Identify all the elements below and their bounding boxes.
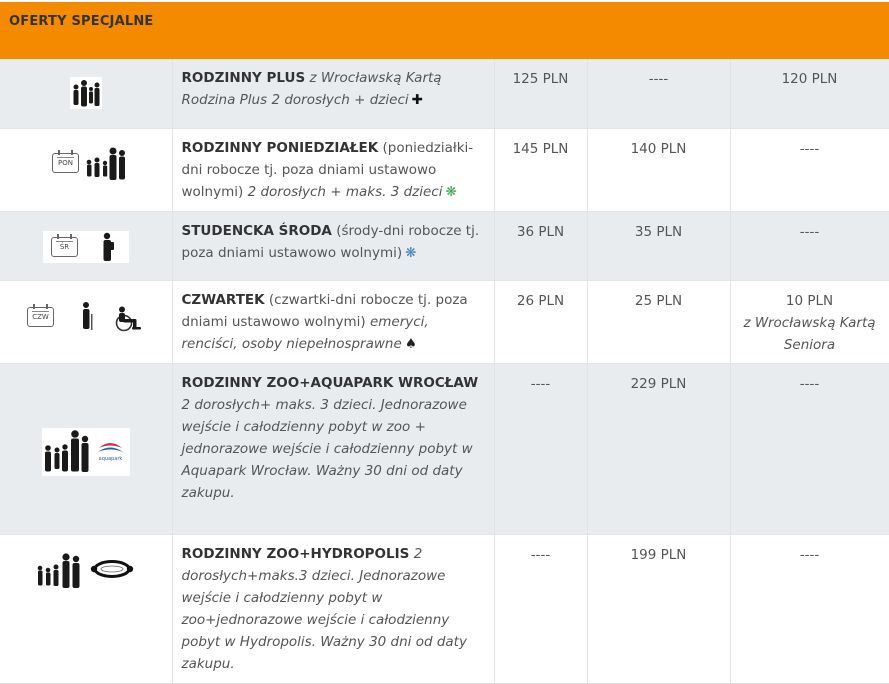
price-col-3: ---- (730, 534, 889, 684)
section-title: OFERTY SPECJALNE (9, 14, 154, 29)
price-col-1: 26 PLN (494, 280, 588, 364)
offer-description: STUDENCKA ŚRODA (środy-dni robocze tj. p… (172, 211, 495, 281)
wheelchair-icon (115, 306, 141, 331)
offer-row-zoo-aquapark: aquapark RODZINNY ZOO+AQUAPARK WROCŁAW 2… (0, 363, 889, 535)
offer-name: RODZINNY ZOO+HYDROPOLIS (181, 545, 410, 562)
offers-table: RODZINNY PLUS z Wrocławską Kartą Rodzina… (0, 59, 889, 684)
offer-name: RODZINNY ZOO+AQUAPARK WROCŁAW (181, 374, 479, 391)
price-col-3: 120 PLN (730, 59, 889, 129)
offer-conditions: 2 dorosłych + maks. 3 dzieci (247, 183, 443, 200)
price-col-2: 35 PLN (587, 211, 731, 281)
price-col-2: 140 PLN (587, 128, 731, 212)
hydropolis-logo (90, 559, 134, 578)
senior-silhouette-icon (83, 301, 93, 330)
offer-name: STUDENCKA ŚRODA (181, 222, 332, 239)
price-value: 120 PLN (781, 71, 838, 87)
offer-icons: CZW (0, 280, 173, 364)
calendar-icon: PON (52, 149, 79, 173)
offer-description: RODZINNY PONIEDZIAŁEK (poniedziałki-dni … (172, 128, 495, 212)
price-value: ---- (799, 375, 820, 392)
price-value: 10 PLN (785, 292, 834, 309)
offer-icons: PON (0, 128, 173, 212)
calendar-icon: CZW (27, 303, 54, 327)
aquapark-logo-text: aquapark (99, 456, 123, 462)
calendar-label: CZW (32, 312, 49, 321)
offer-row-czwartek: CZW CZWARTEK (czwartki-dni robocze tj. p… (0, 280, 889, 364)
price-col-1: ---- (494, 534, 588, 684)
special-offers-page: OFERTY SPECJALNE RODZINNY PLUS z Wrocław… (0, 0, 889, 684)
offer-icons: ŚR (0, 211, 173, 281)
price-col-2: 199 PLN (587, 534, 731, 684)
family-silhouette-icon (70, 77, 102, 109)
offer-icons: aquapark (0, 363, 173, 535)
offer-row-zoo-hydropolis: RODZINNY ZOO+HYDROPOLIS 2 dorosłych+maks… (0, 534, 889, 684)
section-header: OFERTY SPECJALNE (0, 2, 889, 59)
price-note: z Wrocławską Kartą Seniora (743, 314, 876, 353)
family-silhouette-icon (86, 147, 125, 180)
price-value: ---- (799, 223, 820, 240)
price-col-2: 25 PLN (587, 280, 731, 364)
plus-symbol: ✚ (411, 92, 423, 108)
offer-description: CZWARTEK (czwartki-dni robocze tj. poza … (172, 280, 495, 364)
student-silhouette-icon (103, 232, 114, 261)
offer-row-rodzinny-poniedzialek: PON RODZINNY PONIEDZIAŁEK (poniedziałki-… (0, 128, 889, 212)
price-col-3: ---- (730, 363, 889, 535)
offer-description: RODZINNY ZOO+HYDROPOLIS 2 dorosłych+maks… (172, 534, 495, 684)
price-col-2: 229 PLN (587, 363, 731, 535)
offer-name: CZWARTEK (181, 291, 265, 308)
offer-row-rodzinny-plus: RODZINNY PLUS z Wrocławską Kartą Rodzina… (0, 59, 889, 129)
calendar-icon: ŚR (51, 233, 78, 257)
price-col-1: ---- (494, 363, 588, 535)
price-col-3: 10 PLN z Wrocławską Kartą Seniora (730, 280, 889, 364)
price-value: ---- (799, 546, 820, 563)
calendar-label: PON (58, 158, 73, 167)
calendar-label: ŚR (59, 242, 70, 251)
offer-row-studencka-sroda: ŚR STUDENCKA ŚRODA (środy-dni robocze tj… (0, 211, 889, 281)
green-flower-symbol: ❋ (445, 183, 457, 200)
offer-conditions: 2 dorosłych+ maks. 3 dzieci. Jednorazowe… (181, 396, 473, 501)
offer-name: RODZINNY PLUS (181, 70, 306, 86)
tree-symbol: ♠ (404, 335, 417, 352)
family-silhouette-icon: aquapark (42, 427, 130, 476)
price-col-3: ---- (730, 211, 889, 281)
offer-name: RODZINNY PONIEDZIAŁEK (181, 139, 379, 156)
price-value: ---- (799, 140, 820, 157)
offer-description: RODZINNY PLUS z Wrocławską Kartą Rodzina… (172, 59, 495, 129)
price-col-2: ---- (587, 59, 731, 129)
blue-flower-symbol: ❋ (405, 244, 417, 261)
family-silhouette-icon (37, 552, 80, 588)
offer-icons (0, 534, 173, 684)
offer-description: RODZINNY ZOO+AQUAPARK WROCŁAW 2 dorosłyc… (172, 363, 495, 535)
price-col-1: 145 PLN (494, 128, 588, 212)
offer-icons (0, 59, 173, 129)
price-col-1: 125 PLN (494, 59, 588, 129)
price-col-1: 36 PLN (494, 211, 588, 281)
price-col-3: ---- (730, 128, 889, 212)
offer-conditions: 2 dorosłych+maks.3 dzieci. Jednorazowe w… (181, 545, 467, 672)
